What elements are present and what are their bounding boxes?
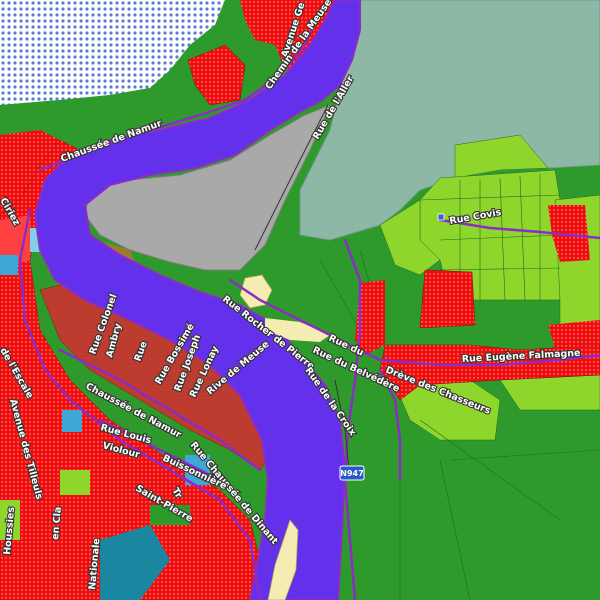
pool-1 [0, 255, 18, 275]
green-pocket-1 [60, 470, 90, 495]
residential-right-2 [419, 269, 476, 329]
pool-3 [62, 410, 82, 432]
marker-icon[interactable] [437, 213, 445, 221]
route-shield-label: N947 [340, 469, 363, 478]
map-canvas[interactable]: Chaussée de Namur Avenue Ge Chemin de la… [0, 0, 600, 600]
route-shield-n947: N947 [339, 465, 365, 481]
map-svg[interactable]: Chaussée de Namur Avenue Ge Chemin de la… [0, 0, 600, 600]
